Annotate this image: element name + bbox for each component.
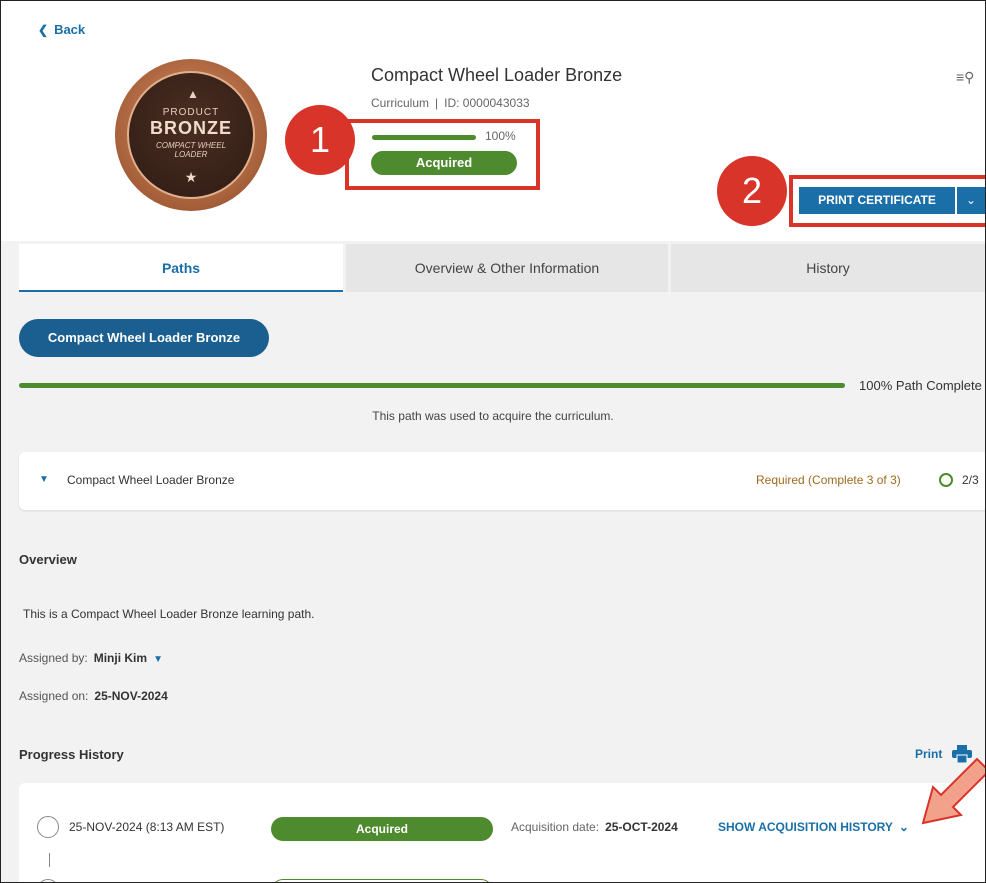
assigned-on-label: Assigned on: <box>19 689 89 703</box>
assigned-by-value[interactable]: Minji Kim <box>94 651 147 665</box>
progress-history-card: 25-NOV-2024 (8:13 AM EST) Acquired Acqui… <box>19 783 985 882</box>
progress-history-heading: Progress History <box>19 747 124 762</box>
callout-marker-2: 2 <box>717 156 787 226</box>
course-card[interactable]: ▼ Compact Wheel Loader Bronze Required (… <box>19 452 985 510</box>
course-count: 2/3 <box>962 473 979 487</box>
back-link[interactable]: ❮ Back <box>38 22 85 37</box>
star-icon: ★ <box>184 169 198 185</box>
tab-history[interactable]: History <box>671 244 985 292</box>
overview-description: This is a Compact Wheel Loader Bronze le… <box>23 607 315 621</box>
history-status-badge: Acquired <box>271 817 493 841</box>
badge-line3b: LOADER <box>174 150 208 159</box>
chevron-down-icon: ⌄ <box>898 820 909 834</box>
path-progress-bar <box>19 383 845 388</box>
annotation-arrow-icon <box>921 757 985 825</box>
acquisition-date-value: 25-OCT-2024 <box>605 820 678 834</box>
tab-overview[interactable]: Overview & Other Information <box>346 244 668 292</box>
assigned-by: Assigned by: Minji Kim ▼ <box>19 651 163 665</box>
curriculum-id: ID: 0000043033 <box>444 96 530 110</box>
badge-line2: BRONZE <box>150 118 232 138</box>
history-status-badge-next <box>271 879 493 882</box>
badge-line1: PRODUCT <box>162 107 220 118</box>
assigned-on-value: 25-NOV-2024 <box>94 689 168 703</box>
badge-line3: COMPACT WHEEL LOADER <box>129 141 253 159</box>
app-frame: ❮ Back ▲ PRODUCT BRONZE COMPACT WHEEL LOA… <box>0 0 986 883</box>
back-label: Back <box>54 22 86 37</box>
overview-heading: Overview <box>19 552 77 567</box>
course-requirement: Required (Complete 3 of 3) <box>756 473 901 487</box>
tab-bar: Paths Overview & Other Information Histo… <box>1 244 985 292</box>
meta-separator: | <box>435 96 439 110</box>
timeline-connector <box>49 853 50 867</box>
bronze-badge-image: ▲ PRODUCT BRONZE COMPACT WHEEL LOADER ★ <box>115 59 267 211</box>
progress-ring-icon <box>939 473 953 487</box>
highlight-box-print <box>789 175 985 227</box>
callout-marker-1: 1 <box>285 105 355 175</box>
badge-line3a: COMPACT WHEEL <box>155 141 227 150</box>
show-acquisition-history-link[interactable]: SHOW ACQUISITION HISTORY ⌄ <box>718 820 909 834</box>
search-list-icon[interactable]: ≡⚲ <box>956 69 974 86</box>
caret-down-icon[interactable]: ▼ <box>153 654 163 665</box>
page-title: Compact Wheel Loader Bronze <box>371 65 623 85</box>
curriculum-meta: Curriculum | ID: 0000043033 <box>371 96 530 110</box>
history-radio-next[interactable] <box>37 879 59 882</box>
bobcat-logo-icon: ▲ <box>187 87 199 101</box>
history-date: 25-NOV-2024 (8:13 AM EST) <box>69 820 225 834</box>
acquisition-date-label: Acquisition date: <box>511 820 600 834</box>
chevron-left-icon: ❮ <box>38 23 49 37</box>
highlight-box-progress <box>345 119 540 190</box>
curriculum-type: Curriculum <box>371 96 430 110</box>
history-radio[interactable] <box>37 816 59 838</box>
assigned-by-label: Assigned by: <box>19 651 88 665</box>
path-complete-label: 100% Path Complete <box>859 378 982 393</box>
path-selector-button[interactable]: Compact Wheel Loader Bronze <box>19 319 269 357</box>
badge-inner: ▲ PRODUCT BRONZE COMPACT WHEEL LOADER ★ <box>127 71 255 199</box>
tab-paths[interactable]: Paths <box>19 244 343 292</box>
path-note: This path was used to acquire the curric… <box>372 409 614 423</box>
history-row: 25-NOV-2024 (8:13 AM EST) Acquired Acqui… <box>19 813 985 843</box>
course-name: Compact Wheel Loader Bronze <box>67 473 235 487</box>
acquisition-date: Acquisition date: 25-OCT-2024 <box>511 820 678 834</box>
assigned-on: Assigned on: 25-NOV-2024 <box>19 689 168 703</box>
show-acquisition-history-label: SHOW ACQUISITION HISTORY <box>718 820 893 834</box>
caret-down-icon[interactable]: ▼ <box>39 474 49 485</box>
